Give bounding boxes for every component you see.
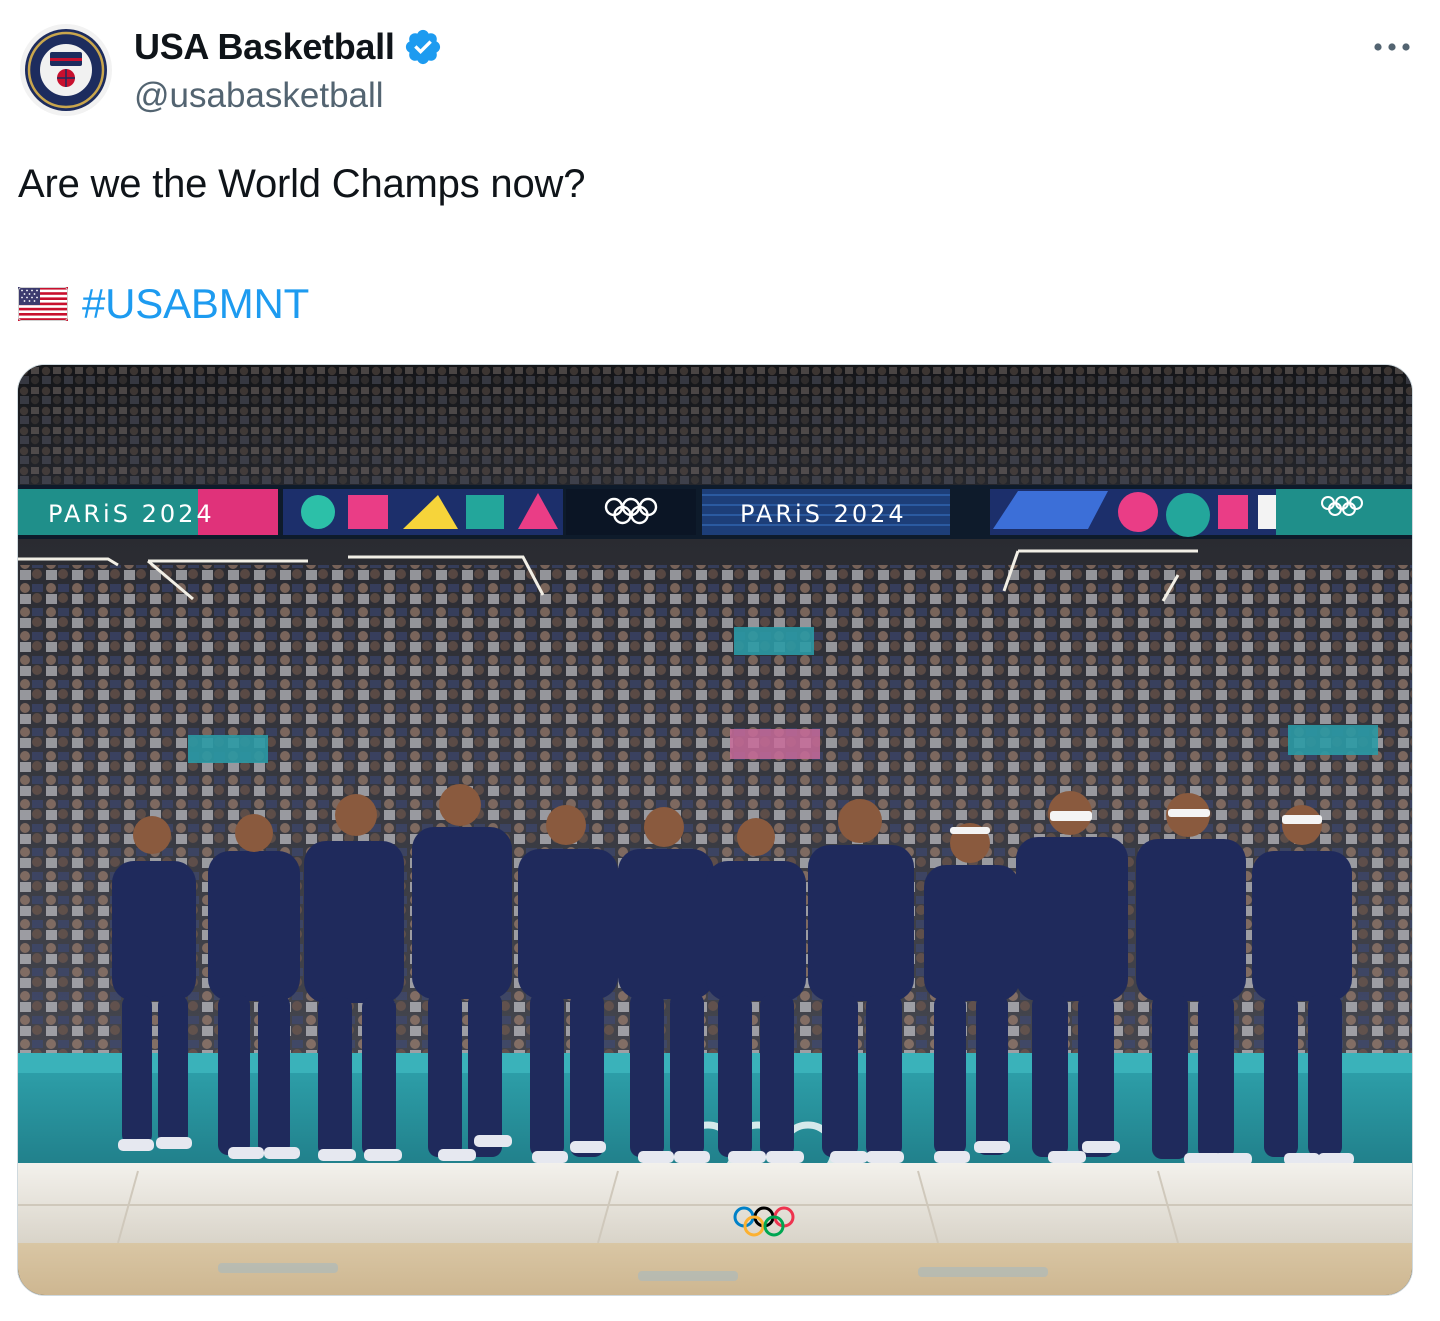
more-options-icon [1374,43,1410,51]
hashtag-link[interactable]: #USABMNT [82,280,309,328]
account-handle[interactable]: @usabasketball [134,76,384,116]
tweet-card: USA Basketball @usabasketball Are we the… [0,0,1440,1321]
account-name-row[interactable]: USA Basketball [134,26,443,68]
verified-badge-icon [405,29,440,65]
hashtag-row: #USABMNT [18,280,309,328]
usa-basketball-logo-icon [25,29,107,111]
team-podium-photo: PARiS 2024 PARiS 2024 [18,365,1412,1295]
display-name[interactable]: USA Basketball [134,26,395,68]
tweet-photo[interactable]: PARiS 2024 PARiS 2024 [17,364,1413,1296]
avatar[interactable] [20,24,112,116]
banner-center-text: PARiS 2024 [740,500,907,528]
tweet-text: Are we the World Champs now? [18,162,586,206]
more-options-button[interactable] [1370,32,1414,62]
banner-left-text: PARiS 2024 [48,500,215,528]
us-flag-icon [18,287,68,321]
